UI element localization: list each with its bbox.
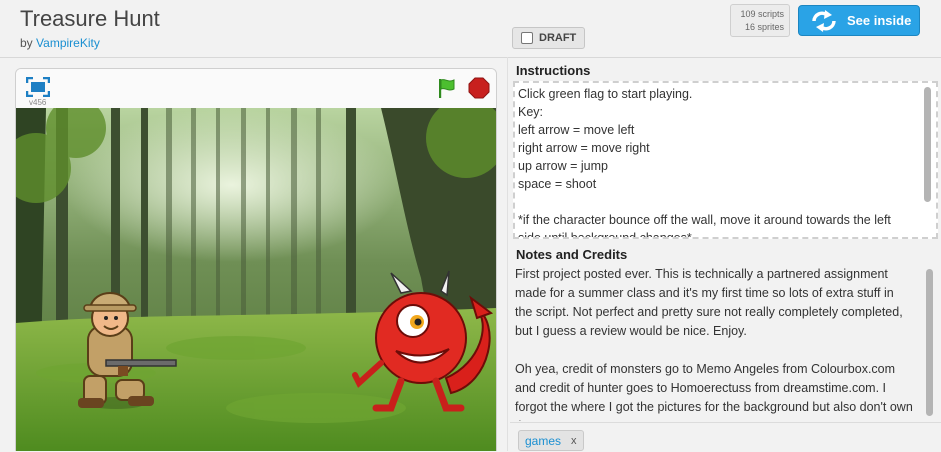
player-controls: v456 <box>16 69 496 108</box>
instructions-textarea[interactable]: Click green flag to start playing. Key: … <box>513 81 938 239</box>
see-inside-button[interactable]: See inside <box>798 5 920 36</box>
notes-textarea[interactable]: First project posted ever. This is techn… <box>513 263 938 421</box>
project-player: v456 <box>15 68 497 451</box>
draft-toggle[interactable]: DRAFT <box>512 27 586 49</box>
sprites-count: 16 sprites <box>744 22 784 32</box>
game-stage[interactable] <box>16 108 496 451</box>
notes-heading: Notes and Credits <box>516 247 628 262</box>
instructions-scrollbar[interactable] <box>924 87 931 202</box>
instructions-text: Click green flag to start playing. Key: … <box>518 87 891 239</box>
column-divider <box>507 57 508 451</box>
instructions-heading: Instructions <box>516 63 591 78</box>
notes-text: First project posted ever. This is techn… <box>515 267 913 421</box>
player-version: v456 <box>29 98 47 107</box>
fullscreen-icon[interactable] <box>26 77 50 97</box>
notes-scrollbar[interactable] <box>926 269 933 416</box>
project-header: Treasure Hunt by VampireKity DRAFT 109 s… <box>0 0 941 58</box>
tag-chip[interactable]: games x <box>518 430 584 451</box>
byline: by VampireKity <box>20 36 100 50</box>
by-prefix: by <box>20 36 33 50</box>
draft-checkbox[interactable] <box>521 32 533 44</box>
project-title: Treasure Hunt <box>20 6 160 31</box>
green-flag-icon[interactable] <box>436 77 458 99</box>
scripts-count: 109 scripts <box>740 9 784 19</box>
tag-label[interactable]: games <box>525 434 561 448</box>
stop-sign-icon[interactable] <box>468 77 490 99</box>
remix-arrows-icon <box>812 9 836 32</box>
draft-label: DRAFT <box>539 32 577 44</box>
tags-area: games x <box>510 422 941 452</box>
author-link[interactable]: VampireKity <box>36 36 100 50</box>
tag-remove-button[interactable]: x <box>571 435 577 447</box>
see-inside-label: See inside <box>847 13 912 28</box>
project-stats: 109 scripts 16 sprites <box>730 4 790 37</box>
